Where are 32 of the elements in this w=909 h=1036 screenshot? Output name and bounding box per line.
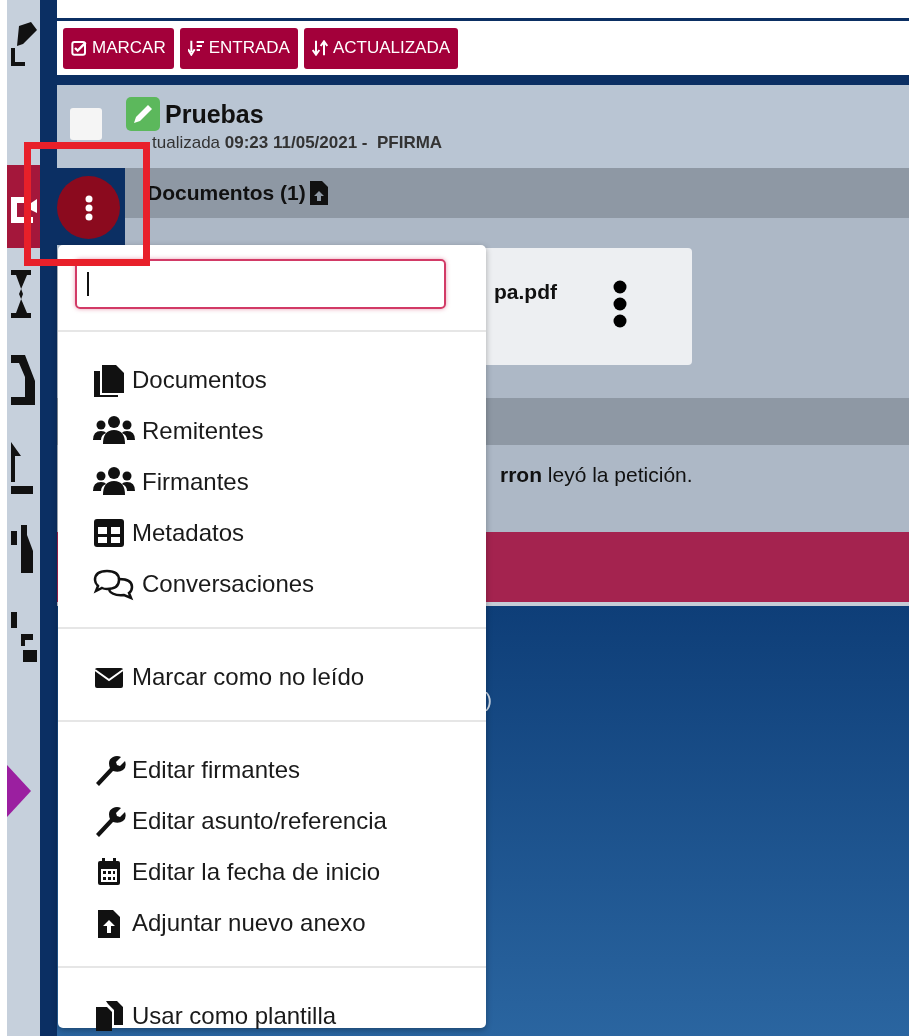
menu-item[interactable]: Editar la fecha de inicio <box>58 846 486 897</box>
more-icon <box>84 194 93 221</box>
file-upload-icon <box>309 181 328 205</box>
section-title: Documentos (1) <box>147 181 306 205</box>
history-entry: rron leyó la petición. <box>500 463 693 486</box>
menu-item[interactable]: Adjuntar nuevo anexo <box>58 897 486 948</box>
expand-icon[interactable] <box>7 765 31 817</box>
menu-item[interactable]: Remitentes <box>58 405 486 456</box>
menu-item[interactable]: Firmantes <box>58 456 486 507</box>
menu-item[interactable]: Conversaciones <box>58 558 486 609</box>
request-title: Pruebas <box>165 99 264 129</box>
toolbar-button[interactable]: ENTRADA <box>179 27 298 69</box>
menu-item[interactable]: Editar firmantes <box>58 744 486 795</box>
check-square-icon <box>71 40 87 56</box>
menu-item[interactable]: Metadatos <box>58 507 486 558</box>
search-field[interactable] <box>75 259 446 309</box>
checkbox[interactable] <box>70 108 102 140</box>
partial-text: ) <box>485 688 492 711</box>
menu-item[interactable]: Marcar como no leído <box>58 651 486 702</box>
more-icon <box>613 280 627 328</box>
sort-icon <box>311 40 328 56</box>
toolbar-button[interactable]: MARCAR <box>63 27 174 69</box>
pencil-icon[interactable] <box>11 22 37 66</box>
menu-item[interactable]: Editar asunto/referencia <box>58 795 486 846</box>
document-name: pa.pdf <box>494 280 557 304</box>
edit-badge-icon <box>126 97 160 131</box>
request-meta: tualizada 09:23 11/05/2021 - PFIRMA <box>152 133 443 153</box>
sort-down-icon <box>187 40 204 56</box>
menu-item[interactable]: Usar como plantilla <box>58 990 486 1036</box>
toolbar-button[interactable]: ACTUALIZADA <box>303 27 459 69</box>
files-icon <box>92 362 126 397</box>
hourglass-icon[interactable] <box>11 270 31 318</box>
